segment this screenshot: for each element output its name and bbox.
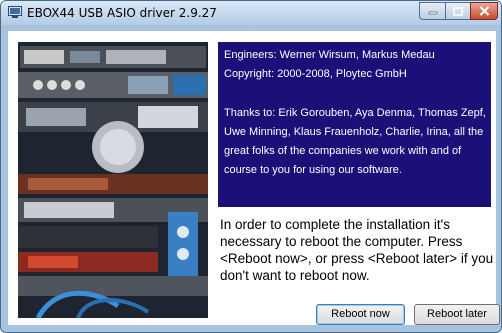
maximize-button[interactable]: [445, 2, 471, 20]
minimize-icon: [428, 11, 437, 15]
credits-thanks: Thanks to: Erik Gorouben, Aya Denma, Tho…: [224, 107, 486, 176]
app-icon: [8, 6, 22, 18]
credits-copyright: Copyright: 2000-2008, Ploytec GmbH: [224, 68, 407, 80]
reboot-later-button[interactable]: Reboot later: [414, 304, 500, 325]
installer-window: EBOX44 USB ASIO driver 2.9.27 Engineers:…: [0, 0, 502, 333]
dialog-body: Engineers: Werner Wirsum, Markus Medau C…: [8, 31, 500, 325]
maximize-icon: [453, 6, 463, 16]
close-button[interactable]: [470, 2, 498, 20]
credits-engineers: Engineers: Werner Wirsum, Markus Medau: [224, 49, 435, 61]
audio-equipment-image: [18, 42, 208, 318]
reboot-now-button[interactable]: Reboot now: [316, 304, 405, 325]
credits-panel: Engineers: Werner Wirsum, Markus Medau C…: [218, 42, 491, 207]
reboot-message: In order to complete the installation it…: [220, 217, 494, 283]
window-title: EBOX44 USB ASIO driver 2.9.27: [27, 6, 217, 20]
title-bar[interactable]: EBOX44 USB ASIO driver 2.9.27: [1, 1, 501, 25]
close-icon: [479, 6, 489, 16]
minimize-button[interactable]: [419, 2, 446, 20]
